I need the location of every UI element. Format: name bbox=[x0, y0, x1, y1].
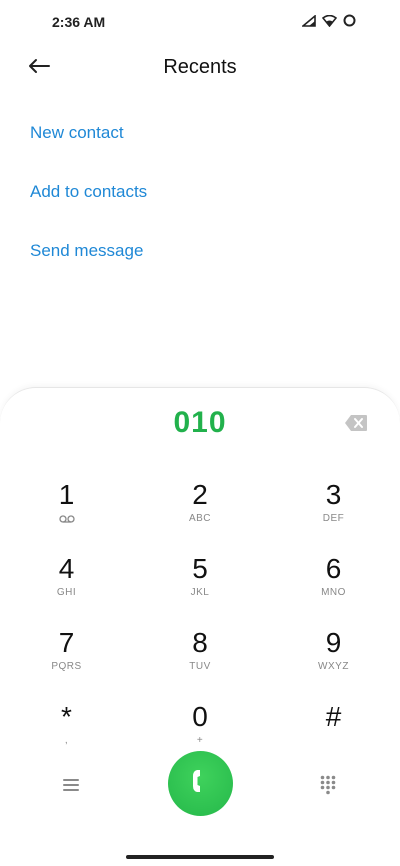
backspace-button[interactable] bbox=[344, 414, 368, 432]
status-icons bbox=[302, 14, 356, 27]
key-7[interactable]: 7 PQRS bbox=[0, 626, 133, 700]
key-2[interactable]: 2 ABC bbox=[133, 478, 267, 552]
key-letters: JKL bbox=[190, 587, 210, 598]
signal-icon bbox=[302, 14, 316, 27]
key-digit: 3 bbox=[325, 479, 342, 510]
key-9[interactable]: 9 WXYZ bbox=[267, 626, 400, 700]
key-5[interactable]: 5 JKL bbox=[133, 552, 267, 626]
header: Recents bbox=[0, 44, 400, 92]
status-bar: 2:36 AM bbox=[0, 0, 400, 44]
key-letters: ABC bbox=[188, 513, 212, 524]
send-message-link[interactable]: Send message bbox=[30, 238, 147, 297]
phone-icon bbox=[191, 768, 211, 799]
key-8[interactable]: 8 TUV bbox=[133, 626, 267, 700]
key-digit: 9 bbox=[325, 627, 342, 658]
key-digit: 2 bbox=[192, 479, 208, 510]
page-title: Recents bbox=[163, 56, 237, 78]
new-contact-link[interactable]: New contact bbox=[30, 120, 147, 179]
key-letters: DEF bbox=[322, 513, 345, 524]
key-digit: 6 bbox=[325, 553, 342, 584]
key-3[interactable]: 3 DEF bbox=[267, 478, 400, 552]
keypad-grid: 1 2 ABC 3 DEF 4 GHI 5 JKL 6 MNO 7 PQRS 8… bbox=[0, 478, 400, 774]
menu-button[interactable] bbox=[62, 777, 80, 793]
home-indicator[interactable] bbox=[126, 855, 274, 859]
dialpad: 010 1 2 ABC 3 DEF 4 GHI 5 JKL 6 MNO 7 PQ… bbox=[0, 387, 400, 866]
call-button[interactable] bbox=[168, 751, 233, 816]
key-letters: TUV bbox=[189, 661, 211, 672]
key-letters: GHI bbox=[56, 587, 77, 598]
add-to-contacts-link[interactable]: Add to contacts bbox=[30, 179, 147, 238]
key-letters: MNO bbox=[321, 587, 346, 598]
key-letters: WXYZ bbox=[318, 661, 349, 672]
keypad-icon bbox=[320, 775, 336, 799]
voicemail-icon bbox=[58, 515, 75, 529]
dialpad-bottom-row bbox=[0, 747, 400, 827]
key-digit: 7 bbox=[58, 627, 75, 658]
keypad-toggle-button[interactable] bbox=[320, 775, 336, 795]
menu-icon bbox=[62, 779, 80, 797]
backspace-icon bbox=[344, 415, 368, 436]
key-digit: 4 bbox=[58, 553, 75, 584]
battery-icon bbox=[343, 14, 356, 27]
key-4[interactable]: 4 GHI bbox=[0, 552, 133, 626]
key-digit: * bbox=[61, 701, 72, 732]
key-digit: 1 bbox=[58, 479, 75, 510]
key-1[interactable]: 1 bbox=[0, 478, 133, 552]
status-time: 2:36 AM bbox=[52, 14, 106, 30]
contact-actions: New contact Add to contacts Send message bbox=[30, 120, 147, 297]
key-digit: 8 bbox=[192, 627, 208, 658]
dialed-number[interactable]: 010 bbox=[0, 406, 400, 440]
key-letters: PQRS bbox=[51, 661, 82, 672]
wifi-icon bbox=[322, 14, 337, 27]
key-digit: # bbox=[325, 701, 342, 732]
key-6[interactable]: 6 MNO bbox=[267, 552, 400, 626]
key-digit: 5 bbox=[192, 553, 208, 584]
key-digit: 0 bbox=[192, 701, 208, 732]
